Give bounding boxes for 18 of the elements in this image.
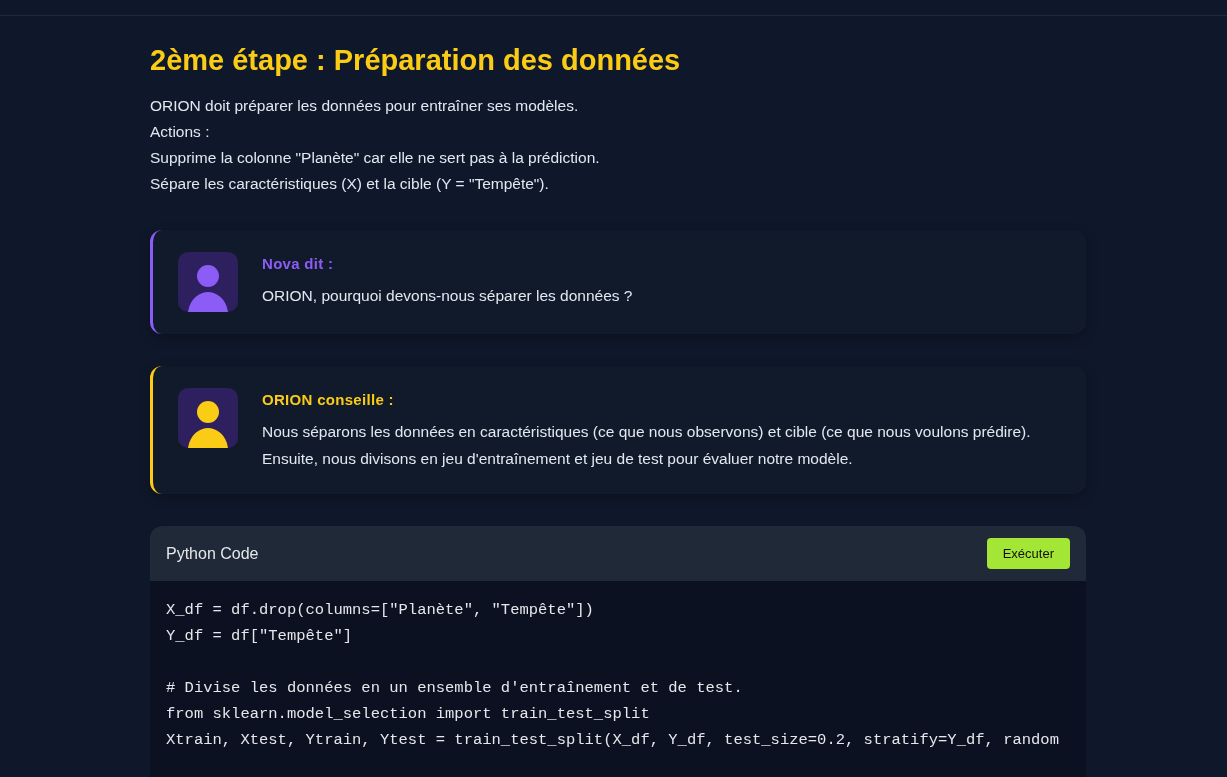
speaker-name: Nova dit : (262, 255, 335, 272)
run-button[interactable]: Exécuter (986, 538, 1070, 569)
intro-text: ORION doit préparer les données pour entraîner ses modèles. (150, 96, 580, 116)
code-line: Y_df = df["Tempête"] (166, 626, 354, 647)
code-line: # Divise les données en un ensemble d'entraînement et de test. (166, 678, 744, 699)
page-title: 2ème étape : Préparation des données (150, 44, 682, 77)
dialog-text: Nous séparons les données en caractéristiques (ce que nous observons) et cible (ce que nous voulons prédire). Ensuite, nous divisons en jeu d'entraînement et jeu de test pour évaluer notre modèle. (262, 422, 1032, 469)
avatar-icon (178, 388, 238, 448)
avatar-icon (178, 252, 238, 312)
speaker-name: ORION conseille : (262, 391, 395, 408)
intro-text: Sépare les caractéristiques (X) et la cible (Y = "Tempête"). (150, 174, 550, 194)
intro-text: Actions : (150, 122, 211, 142)
code-line: from sklearn.model_selection import train_test_split (166, 704, 651, 725)
code-line: X_df = df.drop(columns=["Planète", "Tempête"]) (166, 600, 595, 621)
dialog-text: ORION, pourquoi devons-nous séparer les données ? (262, 286, 633, 306)
intro-text: Supprime la colonne "Planète" car elle ne sert pas à la prédiction. (150, 148, 601, 168)
code-panel-title: Python Code (166, 544, 259, 563)
code-line: Xtrain, Xtest, Ytrain, Ytest = train_test_split(X_df, Y_df, test_size=0.2, stratify=Y_df, random (166, 730, 1060, 751)
